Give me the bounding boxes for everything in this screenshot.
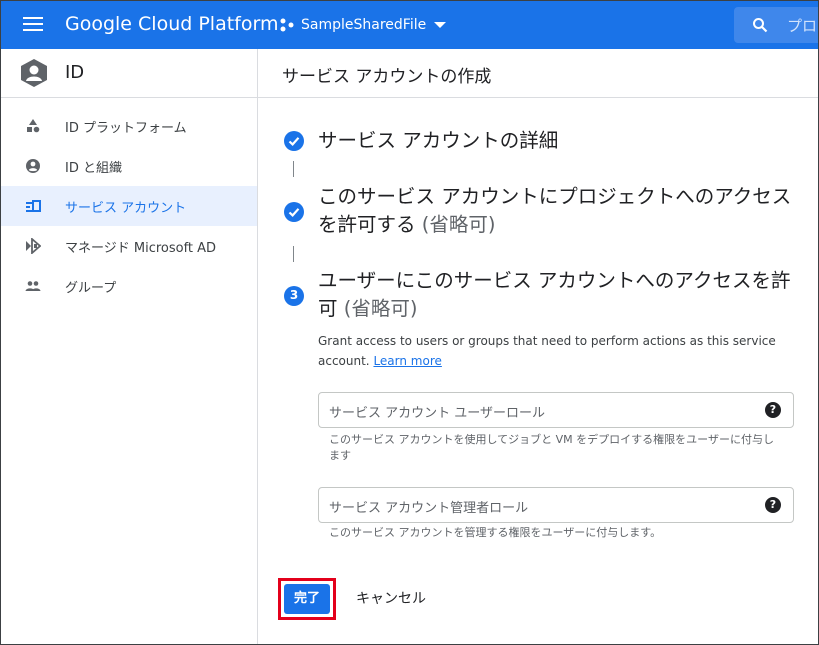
step-2-check-icon: [284, 202, 304, 222]
sidebar-title: ID: [65, 62, 85, 83]
search-icon: [753, 18, 768, 33]
step-3-optional: (省略可): [343, 297, 418, 320]
field-placeholder: サービス アカウント管理者ロール: [329, 501, 529, 516]
help-icon[interactable]: ?: [765, 497, 781, 513]
sidebar-item-service-accounts[interactable]: サービス アカウント: [1, 186, 257, 226]
done-button-highlight: 完了: [278, 578, 336, 620]
sidebar-nav: ID プラットフォーム ID と組織 サービス アカウント マネージド Micr…: [1, 106, 257, 306]
account-circle-icon: [26, 159, 40, 173]
step-3-description: Grant access to users or groups that nee…: [318, 331, 788, 371]
menu-icon[interactable]: [23, 16, 43, 34]
sidebar: ID ID プラットフォーム ID と組織 サービス アカウント マネージド M…: [1, 49, 258, 644]
top-bar: Google Cloud Platform SampleSharedFile プ…: [1, 1, 818, 49]
step-connector: [293, 246, 294, 262]
sidebar-item-id-organization[interactable]: ID と組織: [1, 146, 257, 186]
id-platform-icon: [27, 119, 40, 133]
done-button[interactable]: 完了: [284, 584, 330, 614]
help-icon[interactable]: ?: [765, 402, 781, 418]
service-account-icon: [26, 200, 41, 212]
search-input[interactable]: プロ: [734, 7, 818, 43]
learn-more-link[interactable]: Learn more: [373, 354, 441, 368]
page-header: サービス アカウントの作成: [258, 49, 818, 98]
service-account-admin-role-field[interactable]: サービス アカウント管理者ロール ?: [318, 487, 794, 523]
cancel-button[interactable]: キャンセル: [348, 588, 434, 608]
search-placeholder: プロ: [787, 17, 818, 35]
service-account-user-role-field[interactable]: サービス アカウント ユーザーロール ?: [318, 392, 794, 428]
step-1-title-text: サービス アカウントの詳細: [318, 129, 559, 152]
group-icon: [25, 281, 41, 291]
sidebar-item-label: グループ: [65, 281, 117, 296]
sidebar-item-label: ID プラットフォーム: [65, 121, 187, 136]
step-1-check-icon: [284, 131, 304, 151]
admin-role-hint: このサービス アカウントを管理する権限をユーザーに付与します。: [329, 526, 662, 539]
sidebar-item-managed-ad[interactable]: マネージド Microsoft AD: [1, 226, 257, 266]
sidebar-item-label: マネージド Microsoft AD: [65, 241, 217, 256]
step-connector: [293, 161, 294, 177]
step-3-number: 3: [289, 288, 299, 302]
chevron-down-icon: [434, 22, 447, 28]
sidebar-header: ID: [1, 49, 257, 98]
field-placeholder: サービス アカウント ユーザーロール: [329, 406, 546, 421]
managed-ad-icon: [26, 238, 41, 254]
project-name: SampleSharedFile: [301, 17, 427, 33]
project-selector[interactable]: SampleSharedFile: [279, 12, 447, 38]
project-hierarchy-icon: [280, 18, 294, 32]
step-3-number-badge: 3: [284, 286, 304, 306]
sidebar-item-label: サービス アカウント: [65, 201, 187, 216]
sidebar-item-id-platform[interactable]: ID プラットフォーム: [1, 106, 257, 146]
main-content: サービス アカウントの作成 サービス アカウントの詳細 このサービス アカウント…: [258, 49, 818, 644]
step-2-title[interactable]: このサービス アカウントにプロジェクトへのアクセスを許可する (省略可): [318, 183, 798, 239]
user-role-hint: このサービス アカウントを使用してジョブと VM をデプロイする権限をユーザーに…: [329, 433, 774, 462]
step-3-title: ユーザーにこのサービス アカウントへのアクセスを許可 (省略可): [318, 267, 798, 323]
id-shield-icon: [21, 59, 47, 87]
window-frame: Google Cloud Platform SampleSharedFile プ…: [0, 0, 819, 645]
sidebar-item-groups[interactable]: グループ: [1, 266, 257, 306]
step-2-optional: (省略可): [421, 213, 496, 236]
page-title: サービス アカウントの作成: [282, 67, 492, 87]
step-1-title[interactable]: サービス アカウントの詳細: [318, 127, 798, 155]
step-2-title-text: このサービス アカウントにプロジェクトへのアクセスを許可する: [318, 185, 792, 236]
brand-title[interactable]: Google Cloud Platform: [65, 13, 278, 35]
sidebar-item-label: ID と組織: [65, 161, 122, 176]
